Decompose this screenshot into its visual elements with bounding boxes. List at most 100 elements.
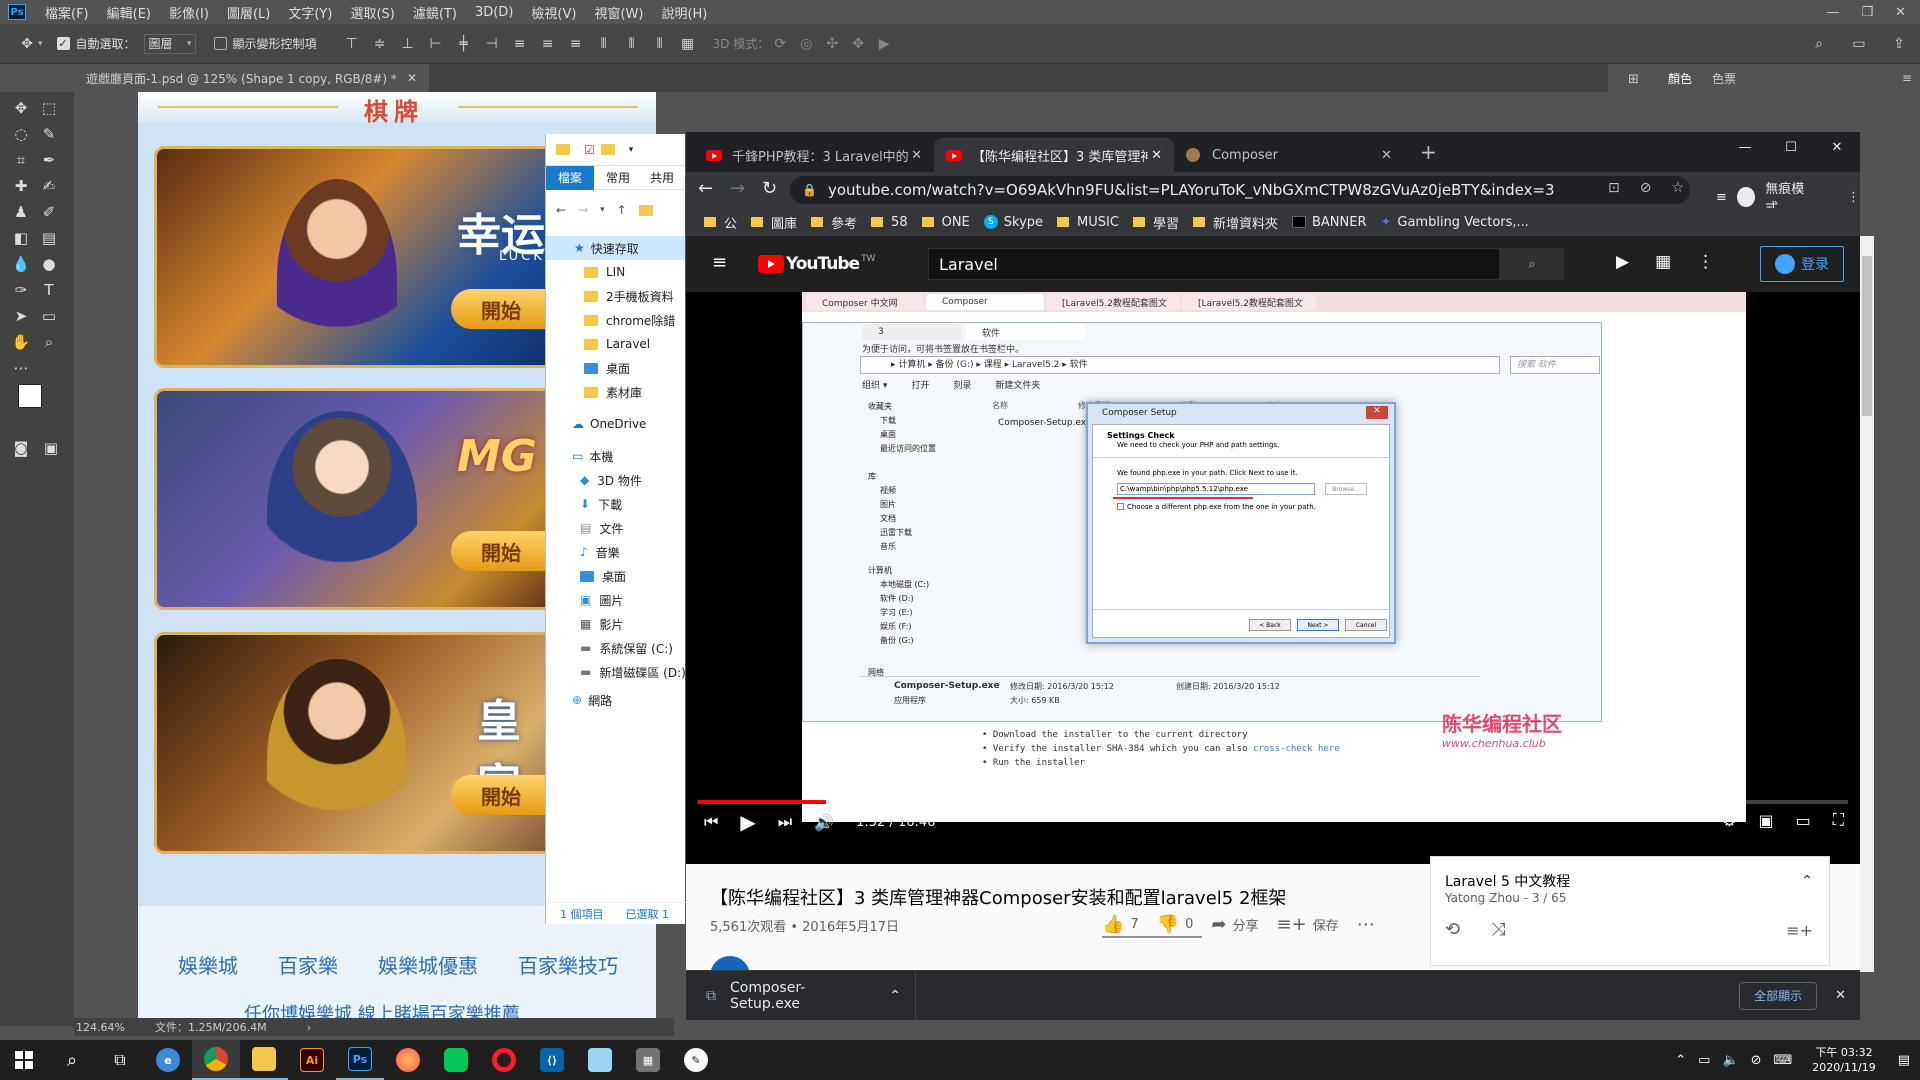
distribute-bottom-icon[interactable]: ≡ — [565, 33, 587, 55]
taskbar-app-explorer[interactable] — [240, 1040, 288, 1080]
eraser-tool-icon[interactable]: ◧ — [8, 226, 34, 250]
align-top-icon[interactable]: ⊤ — [341, 33, 363, 55]
distribute-right-icon[interactable]: ⫴ — [649, 33, 671, 55]
taskbar-app-editor[interactable] — [576, 1040, 624, 1080]
ps-menu-window[interactable]: 視窗(W) — [585, 3, 652, 22]
more-tools-icon[interactable]: ⋯ — [8, 356, 34, 380]
list-item[interactable]: ▣ 圖片 — [546, 588, 685, 612]
ps-logo[interactable]: Ps — [8, 4, 26, 20]
video-player[interactable]: Composer 中文网 Composer [Laravel5.2教程配套图文 … — [686, 292, 1860, 864]
bookmark-item[interactable]: BANNER — [1291, 215, 1366, 230]
theater-mode-icon[interactable]: ▭ — [1796, 811, 1811, 830]
align-right-icon[interactable]: ⊣ — [481, 33, 503, 55]
shuffle-icon[interactable]: ⤨ — [1491, 919, 1505, 940]
reading-list-icon[interactable]: ≡ — [1716, 190, 1727, 205]
minimize-icon[interactable]: — — [1722, 132, 1768, 162]
workspace-icon[interactable]: ▭ — [1848, 33, 1870, 55]
panel-collapse-icon[interactable]: ⊞ — [1628, 72, 1639, 87]
loop-icon[interactable]: ⟲ — [1445, 919, 1460, 940]
gradient-tool-icon[interactable]: ▤ — [36, 226, 62, 250]
bookmark-item[interactable]: ONE — [921, 215, 970, 230]
ribbon-tab-share[interactable]: 共用 — [642, 169, 682, 186]
chevron-up-icon[interactable]: ⌃ — [1801, 873, 1813, 889]
align-bottom-icon[interactable]: ⊥ — [397, 33, 419, 55]
dislike-button[interactable]: 👎 0 — [1157, 914, 1194, 935]
panel-menu-icon[interactable]: ≡ — [1902, 71, 1920, 85]
ps-menu-file[interactable]: 檔案(F) — [36, 3, 98, 22]
notification-off-icon[interactable]: ⊘ — [1751, 1053, 1762, 1068]
marquee-tool-icon[interactable]: ⬚ — [36, 96, 62, 120]
panel-tab-swatches[interactable]: 色票 — [1712, 70, 1736, 87]
ps-menu-view[interactable]: 檢視(V) — [522, 3, 585, 22]
move-tool-icon[interactable]: ✥ — [8, 96, 34, 120]
panel-tab-color[interactable]: 顏色 — [1668, 70, 1692, 87]
taskbar-app-chrome[interactable] — [192, 1040, 240, 1080]
translate-icon[interactable]: ⊡ — [1608, 180, 1620, 196]
3d-camera-icon[interactable]: ▶ — [873, 33, 895, 55]
list-item[interactable]: ▬ 系統保留 (C:) — [546, 636, 685, 660]
list-item[interactable]: 2手機板資料 — [546, 284, 685, 308]
close-icon[interactable]: ✕ — [1835, 988, 1846, 1003]
more-horizontal-icon[interactable]: ⋯ — [1357, 914, 1375, 935]
3d-slide-icon[interactable]: ✥ — [847, 33, 869, 55]
dodge-tool-icon[interactable]: ● — [36, 252, 62, 276]
bookmark-item[interactable]: 圖庫 — [751, 213, 797, 232]
show-all-button[interactable]: 全部顯示 — [1739, 981, 1818, 1010]
more-vertical-icon[interactable]: ⋮ — [1847, 190, 1860, 205]
bookmark-item[interactable]: MUSIC — [1057, 215, 1119, 230]
healing-tool-icon[interactable]: ✚ — [8, 174, 34, 198]
clock[interactable]: 下午 03:32 2020/11/19 — [1812, 1045, 1875, 1075]
settings-icon[interactable]: ⚙ — [1722, 811, 1736, 830]
more-vertical-icon[interactable]: ⋮ — [1697, 252, 1714, 272]
ribbon-tab-home[interactable]: 常用 — [594, 169, 642, 186]
nav-onedrive[interactable]: ☁ OneDrive — [546, 412, 685, 436]
3d-roll-icon[interactable]: ◎ — [795, 33, 817, 55]
quick-mask-icon[interactable]: ◙ — [8, 436, 34, 460]
task-view-icon[interactable]: ⧉ — [96, 1040, 144, 1080]
type-tool-icon[interactable]: T — [36, 278, 62, 302]
fullscreen-icon[interactable]: ⛶ — [1833, 810, 1844, 830]
nav-this-pc[interactable]: ▭ 本機 — [546, 444, 685, 468]
back-arrow-icon[interactable]: ← — [698, 178, 713, 199]
chevron-down-icon[interactable]: ▾ — [600, 205, 605, 215]
taskbar-app-illustrator[interactable]: Ai — [288, 1040, 336, 1080]
path-select-icon[interactable]: ➤ — [8, 304, 34, 328]
3d-pan-icon[interactable]: ✣ — [821, 33, 843, 55]
nav-quick-access[interactable]: ★ 快速存取 — [546, 236, 685, 260]
brush-tool-icon[interactable]: ✍ — [36, 174, 62, 198]
auto-align-icon[interactable]: ▦ — [677, 33, 699, 55]
bookmark-item[interactable]: 學習 — [1132, 213, 1179, 232]
ps-restore-icon[interactable]: ❐ — [1861, 5, 1873, 20]
ps-menu-filter[interactable]: 濾鏡(T) — [404, 3, 466, 22]
show-transform-checkbox[interactable] — [213, 37, 227, 50]
taskbar-app-firefox[interactable] — [384, 1040, 432, 1080]
game-card-lucky[interactable]: 幸运 LUCK 開始 — [154, 146, 564, 368]
close-icon[interactable]: ✕ — [911, 148, 922, 163]
action-center-icon[interactable]: ▤ — [1898, 1053, 1910, 1068]
list-item[interactable]: Laravel — [546, 332, 685, 356]
chrome-tab[interactable]: Composer ✕ — [1174, 138, 1404, 172]
ps-menu-3d[interactable]: 3D(D) — [466, 5, 522, 20]
auto-select-dropdown[interactable]: 圖層 ▾ — [143, 33, 196, 54]
taskbar-app-opera[interactable] — [480, 1040, 528, 1080]
share-button[interactable]: ➦ 分享 — [1211, 914, 1258, 935]
search-icon[interactable]: ⌕ — [1500, 248, 1564, 280]
distribute-top-icon[interactable]: ≡ — [509, 33, 531, 55]
auto-select-checkbox[interactable]: ✓ — [56, 37, 70, 50]
quick-select-tool-icon[interactable]: ✎ — [36, 122, 62, 146]
ps-close-icon[interactable]: ✕ — [1895, 5, 1906, 20]
taskbar-app-vscode[interactable]: ⟨⟩ — [528, 1040, 576, 1080]
hand-tool-icon[interactable]: ✋ — [8, 330, 34, 354]
playlist-title[interactable]: Laravel 5 中文教程 — [1445, 871, 1570, 891]
distribute-center-icon[interactable]: ⫴ — [621, 33, 643, 55]
hamburger-menu-icon[interactable]: ≡ — [712, 252, 727, 273]
list-item[interactable]: ▦ 影片 — [546, 612, 685, 636]
start-button[interactable] — [0, 1040, 48, 1080]
game-card-mg[interactable]: MG 開始 — [154, 388, 564, 610]
blur-tool-icon[interactable]: 💧 — [8, 252, 34, 276]
forward-arrow-icon[interactable]: → — [730, 178, 745, 199]
chevron-up-icon[interactable]: ⌃ — [889, 988, 915, 1004]
list-item[interactable]: LIN — [546, 260, 685, 284]
ps-menu-select[interactable]: 選取(S) — [341, 3, 403, 22]
chevron-down-icon[interactable]: ▾ — [629, 145, 634, 155]
